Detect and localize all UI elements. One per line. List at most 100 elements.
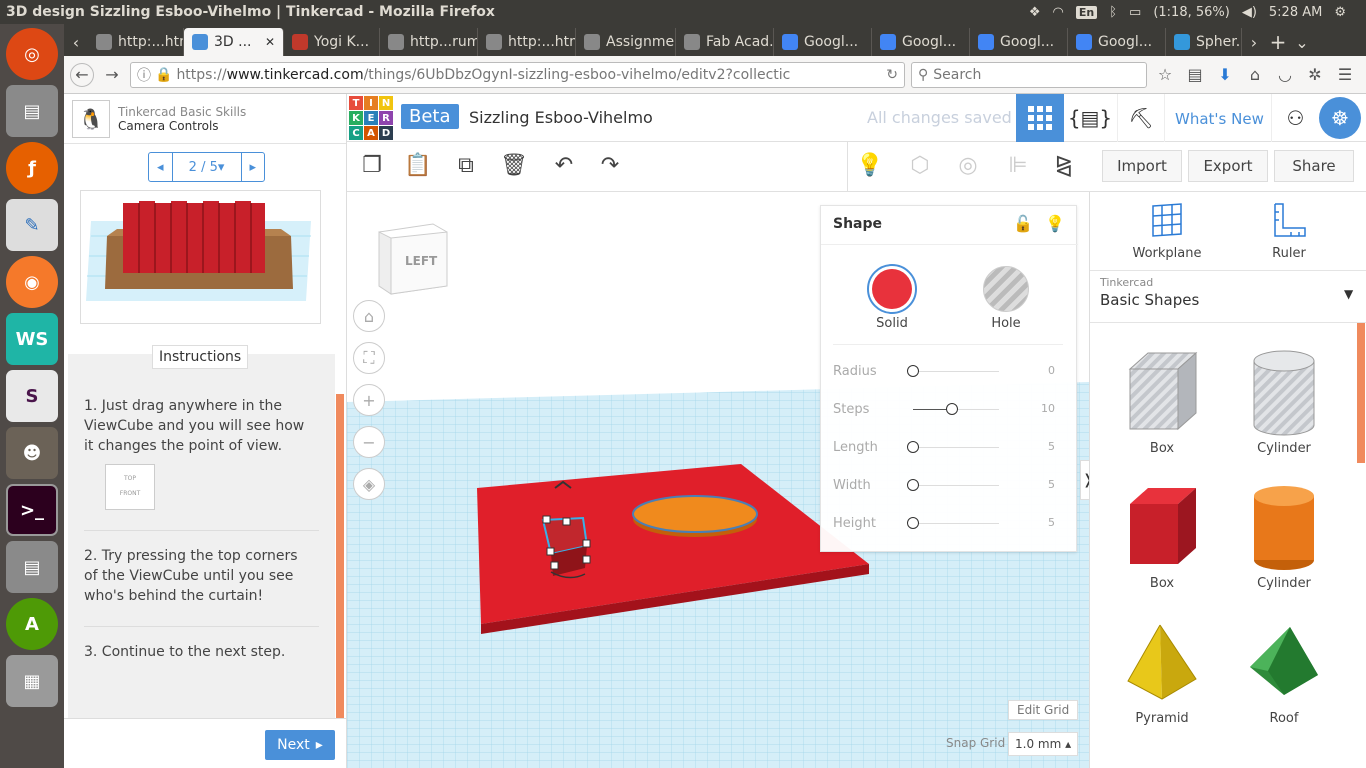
gimp-icon[interactable]: ☻ [6,427,58,479]
step-selector[interactable]: 2 / 5 ▾ [171,153,242,181]
workspace-icon[interactable]: ▦ [6,655,58,707]
next-button[interactable]: Next ▸ [265,730,335,760]
import-button[interactable]: Import [1102,150,1182,182]
new-tab-icon[interactable]: + [1266,28,1290,56]
reading-list-icon[interactable]: ▤ [1183,63,1207,87]
bluetooth-icon[interactable]: ᛒ [1109,5,1117,20]
url-bar[interactable]: ⓘ 🔒 https://www.tinkercad.com/things/6Ub… [130,61,905,88]
shape-roof[interactable]: Roof [1224,617,1344,726]
back-icon[interactable]: ← [70,62,94,87]
user-avatar[interactable]: ☸ [1319,97,1361,139]
software-updater-icon[interactable]: A [6,598,58,650]
slider-track[interactable] [913,485,999,486]
shape-cylinder[interactable]: Cylinder [1224,482,1344,591]
browser-tab[interactable]: Assignme... [576,28,676,56]
zoom-in-icon[interactable]: + [353,384,385,416]
orange-cylinder-shape[interactable] [632,495,758,537]
libreoffice-icon[interactable]: ✎ [6,199,58,251]
browser-tab[interactable]: Fab Acad... [676,28,774,56]
solid-button[interactable] [867,264,917,314]
forward-icon[interactable]: → [100,63,124,87]
home-view-icon[interactable]: ⌂ [353,300,385,332]
terminal-icon[interactable]: >_ [6,484,58,536]
lock-icon[interactable]: 🔓 [1013,214,1033,233]
prev-step-icon[interactable]: ◂ [149,153,172,181]
search-box[interactable]: ⚲ Search [911,61,1147,88]
slider-knob[interactable] [907,517,919,529]
battery-icon[interactable]: ▭ [1129,5,1141,20]
wifi-icon[interactable]: ◠ [1053,5,1064,20]
library-name[interactable]: Basic Shapes [1100,291,1199,309]
slider-track[interactable] [913,523,999,524]
close-tab-icon[interactable]: ✕ [265,35,275,49]
pickaxe-icon[interactable]: ⛏ [1117,94,1165,142]
slider-knob[interactable] [945,403,958,415]
edit-grid-button[interactable]: Edit Grid [1008,700,1079,720]
duplicate-icon[interactable]: ⧉ [451,150,481,180]
paste-icon[interactable]: 📋 [403,150,433,180]
slider-knob[interactable] [907,441,919,453]
keyboard-layout[interactable]: En [1075,5,1098,19]
info-icon[interactable]: ⓘ [137,65,151,85]
codeblocks-icon[interactable]: {▤} [1066,94,1114,142]
hole-button[interactable] [983,266,1029,312]
browser-tab[interactable]: http...rum/ [380,28,478,56]
library-dropdown-icon[interactable]: ▼ [1344,287,1353,301]
perspective-icon[interactable]: ◈ [353,468,385,500]
slider-knob[interactable] [907,479,919,491]
whats-new-link[interactable]: What's New [1175,110,1264,128]
shape-box-hole[interactable]: Box [1102,347,1222,456]
browser-tab[interactable]: Googl... [774,28,872,56]
ruler-tool[interactable]: Ruler [1244,202,1334,261]
tinkercad-logo[interactable]: TIN KER CAD [349,96,393,140]
slack-icon[interactable]: S [6,370,58,422]
redo-icon[interactable]: ↷ [595,150,625,180]
browser-tab[interactable]: Yogi K... [284,28,380,56]
shape-pyramid[interactable]: Pyramid [1102,617,1222,726]
mirror-icon[interactable]: ⧎ [1049,150,1079,180]
delete-icon[interactable]: 🗑 [499,150,529,180]
viewcube[interactable]: LEFT [375,220,449,296]
copy-icon[interactable]: ❐ [357,150,387,180]
ungroup-icon[interactable]: ◎ [953,150,983,180]
browser-tab[interactable]: http:...html [88,28,184,56]
export-button[interactable]: Export [1188,150,1268,182]
shape-box[interactable]: Box [1102,482,1222,591]
shape-cylinder-hole[interactable]: Cylinder [1224,347,1344,456]
shapes-scrollbar[interactable] [1357,323,1365,463]
next-step-icon[interactable]: ▸ [242,153,265,181]
settings-gear-icon[interactable]: ⚙ [1334,5,1346,20]
tab-scroll-right-icon[interactable]: › [1242,28,1266,56]
volume-icon[interactable]: ◀) [1242,5,1257,20]
files-icon-2[interactable]: ▤ [6,541,58,593]
home-icon[interactable]: ⌂ [1243,63,1267,87]
extension-icon[interactable]: ✲ [1303,63,1327,87]
lesson-scrollbar[interactable] [336,394,344,718]
zoom-out-icon[interactable]: − [353,426,385,458]
browser-tab[interactable]: Spher... [1166,28,1242,56]
reload-icon[interactable]: ↻ [886,67,898,83]
slider-track[interactable] [913,447,999,448]
browser-tab[interactable]: 3D ... ✕ [184,28,284,56]
files-icon[interactable]: ▤ [6,85,58,137]
slider-track[interactable] [913,371,999,372]
pocket-icon[interactable]: ◡ [1273,63,1297,87]
share-button[interactable]: Share [1274,150,1354,182]
fit-view-icon[interactable]: ⛶ [353,342,385,374]
align-icon[interactable]: ⊫ [1003,150,1033,180]
tab-list-icon[interactable]: ⌄ [1290,28,1314,56]
webstorm-icon[interactable]: WS [6,313,58,365]
slider-knob[interactable] [907,365,919,377]
3d-view-button[interactable] [1016,94,1064,142]
browser-tab[interactable]: Googl... [1068,28,1166,56]
group-icon[interactable]: ⬡ [905,150,935,180]
browser-tab[interactable]: http:...html [478,28,576,56]
browser-tab[interactable]: Googl... [872,28,970,56]
lightbulb-icon[interactable]: 💡 [1045,214,1065,233]
clock[interactable]: 5:28 AM [1269,5,1322,20]
firefox-icon[interactable]: ƒ [6,142,58,194]
lightbulb-icon[interactable]: 💡 [855,150,885,180]
add-user-icon[interactable]: ⚇ [1271,94,1319,142]
ubuntu-icon[interactable]: ◎ [6,28,58,80]
bookmark-star-icon[interactable]: ☆ [1153,63,1177,87]
